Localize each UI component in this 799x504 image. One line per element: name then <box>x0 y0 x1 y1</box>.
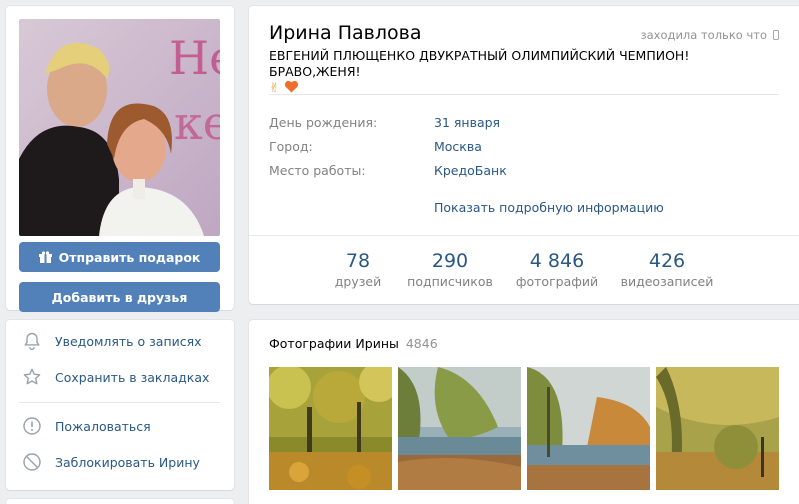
menu-item-label: Заблокировать Ирину <box>55 454 200 470</box>
photos-header[interactable]: Фотографии Ирины 4846 <box>269 336 438 351</box>
info-value[interactable]: КредоБанк <box>434 163 507 178</box>
left-next-card <box>6 499 234 504</box>
counter-photos[interactable]: 4 846 фотографий <box>507 250 607 289</box>
online-status-text: заходила только что <box>640 28 767 42</box>
online-status: заходила только что <box>640 28 779 42</box>
svg-text:Не: Не <box>169 31 220 85</box>
counter-value: 4 846 <box>529 250 585 272</box>
info-value[interactable]: Москва <box>434 139 482 154</box>
photos-title: Фотографии Ирины <box>269 336 399 351</box>
profile-avatar-card: Не ке Отправить подарок Добавить в друзь… <box>6 6 234 312</box>
photos-card: Фотографии Ирины 4846 <box>249 320 799 504</box>
send-gift-button[interactable]: Отправить подарок <box>19 242 220 272</box>
menu-item-label: Уведомлять о записях <box>55 333 202 349</box>
menu-item-label: Пожаловаться <box>55 418 151 434</box>
show-more-info-link[interactable]: Показать подробную информацию <box>434 200 664 215</box>
mobile-icon <box>773 30 779 40</box>
counter-value: 290 <box>431 250 469 272</box>
info-row-city: Город: Москва <box>269 139 779 154</box>
photo-thumbnail[interactable] <box>527 367 650 490</box>
gift-icon <box>38 250 52 263</box>
star-icon <box>21 366 43 388</box>
counters-divider <box>249 235 799 236</box>
add-friend-label: Добавить в друзья <box>51 289 188 305</box>
counter-value: 426 <box>648 250 686 272</box>
photo-thumbnail[interactable] <box>656 367 779 490</box>
counter-videos[interactable]: 426 видеозаписей <box>617 250 717 289</box>
bell-icon <box>21 330 43 352</box>
info-row-work: Место работы: КредоБанк <box>269 163 779 178</box>
counter-caption: фотографий <box>515 274 599 289</box>
menu-item-block[interactable]: Заблокировать Ирину <box>19 447 220 477</box>
info-value[interactable]: 31 января <box>434 115 500 130</box>
menu-item-label: Сохранить в закладках <box>55 369 210 385</box>
info-label: Место работы: <box>269 163 366 178</box>
counter-value: 78 <box>345 250 371 272</box>
profile-name: Ирина Павлова <box>269 22 422 44</box>
info-label: Город: <box>269 139 313 154</box>
info-row-birthday: День рождения: 31 января <box>269 115 779 130</box>
menu-item-bookmark[interactable]: Сохранить в закладках <box>19 362 220 392</box>
photos-count: 4846 <box>405 336 438 351</box>
heart-icon <box>284 80 299 93</box>
svg-text:ке: ке <box>174 96 220 150</box>
send-gift-label: Отправить подарок <box>58 249 201 265</box>
avatar-photo: Не ке <box>19 19 220 236</box>
counter-caption: друзей <box>334 274 382 289</box>
add-friend-button[interactable]: Добавить в друзья <box>19 282 220 312</box>
exclamation-icon <box>21 415 43 437</box>
menu-divider <box>19 402 220 403</box>
profile-actions-menu: Уведомлять о записях Сохранить в закладк… <box>6 320 234 490</box>
menu-item-report[interactable]: Пожаловаться <box>19 411 220 441</box>
counter-caption: подписчиков <box>407 274 493 289</box>
photo-thumbnail[interactable] <box>269 367 392 490</box>
counter-followers[interactable]: 290 подписчиков <box>400 250 500 289</box>
info-divider <box>269 94 779 95</box>
counter-caption: видеозаписей <box>620 274 714 289</box>
profile-info-card: Ирина Павлова заходила только что ЕВГЕНИ… <box>249 6 799 304</box>
profile-status: ЕВГЕНИЙ ПЛЮЩЕНКО ДВУКРАТНЫЙ ОЛИМПИЙСКИЙ … <box>269 48 769 97</box>
block-icon <box>21 451 43 473</box>
status-text: ЕВГЕНИЙ ПЛЮЩЕНКО ДВУКРАТНЫЙ ОЛИМПИЙСКИЙ … <box>269 48 690 79</box>
info-label: День рождения: <box>269 115 378 130</box>
avatar[interactable]: Не ке <box>19 19 220 236</box>
counter-friends[interactable]: 78 друзей <box>308 250 408 289</box>
menu-item-notify[interactable]: Уведомлять о записях <box>19 326 220 356</box>
photo-thumbnail[interactable] <box>398 367 521 490</box>
